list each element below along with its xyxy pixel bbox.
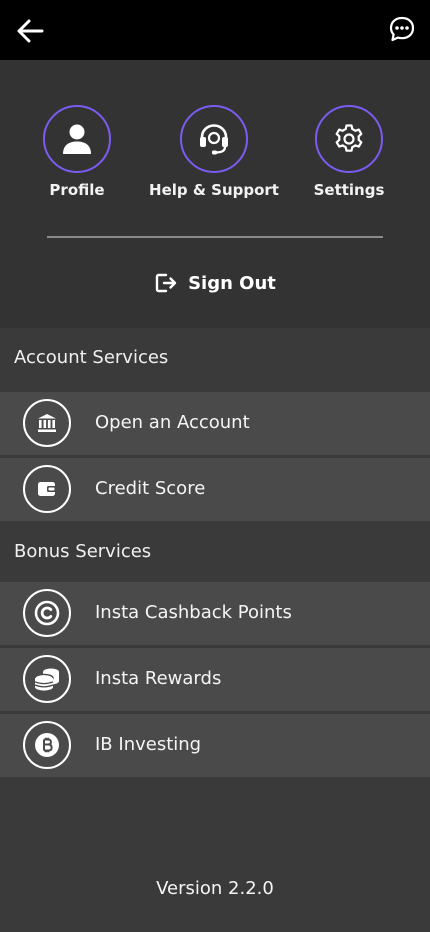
arrow-left-icon[interactable]	[14, 15, 46, 47]
person-icon	[63, 124, 91, 154]
coin-stack-icon	[34, 668, 59, 691]
bank-icon	[38, 414, 56, 432]
wallet-icon-circle	[23, 465, 71, 513]
bitcoin-icon-circle	[23, 721, 71, 769]
help-support-label: Help & Support	[149, 181, 279, 199]
quick-actions-panel: Profile Help & Support Settings Sign Out	[0, 60, 430, 328]
list-item-insta-cashback[interactable]: Insta Cashback Points	[0, 582, 430, 645]
section-title-account: Account Services	[14, 347, 169, 368]
gear-icon	[335, 124, 363, 152]
version-label: Version 2.2.0	[156, 878, 274, 899]
chat-bubble-icon[interactable]	[388, 15, 416, 43]
coin-stack-icon-circle	[23, 655, 71, 703]
list-item-label: Insta Cashback Points	[95, 602, 292, 623]
sign-out-button[interactable]: Sign Out	[0, 268, 430, 298]
logout-icon	[155, 273, 177, 293]
headset-icon	[200, 124, 228, 155]
profile-label: Profile	[49, 181, 105, 199]
list-item-open-account[interactable]: Open an Account	[0, 392, 430, 455]
wallet-icon	[38, 482, 56, 496]
list-item-label: Credit Score	[95, 478, 206, 499]
divider	[47, 236, 383, 238]
help-icon-circle	[180, 105, 248, 173]
bitcoin-icon	[35, 733, 59, 757]
profile-icon-circle	[43, 105, 111, 173]
settings-label: Settings	[313, 181, 385, 199]
list-item-label: Open an Account	[95, 412, 250, 433]
sign-out-label: Sign Out	[188, 272, 276, 294]
section-title-bonus: Bonus Services	[14, 541, 152, 562]
top-bar	[0, 0, 430, 60]
profile-button[interactable]: Profile	[7, 105, 147, 199]
list-item-insta-rewards[interactable]: Insta Rewards	[0, 648, 430, 711]
list-item-label: IB Investing	[95, 734, 202, 755]
bank-icon-circle	[23, 399, 71, 447]
list-item-credit-score[interactable]: Credit Score	[0, 458, 430, 521]
copyright-coin-icon	[34, 600, 60, 626]
help-support-button[interactable]: Help & Support	[144, 105, 284, 199]
copyright-coin-icon-circle	[23, 589, 71, 637]
settings-button[interactable]: Settings	[279, 105, 419, 199]
list-item-label: Insta Rewards	[95, 668, 222, 689]
settings-icon-circle	[315, 105, 383, 173]
list-item-ib-investing[interactable]: IB Investing	[0, 714, 430, 777]
